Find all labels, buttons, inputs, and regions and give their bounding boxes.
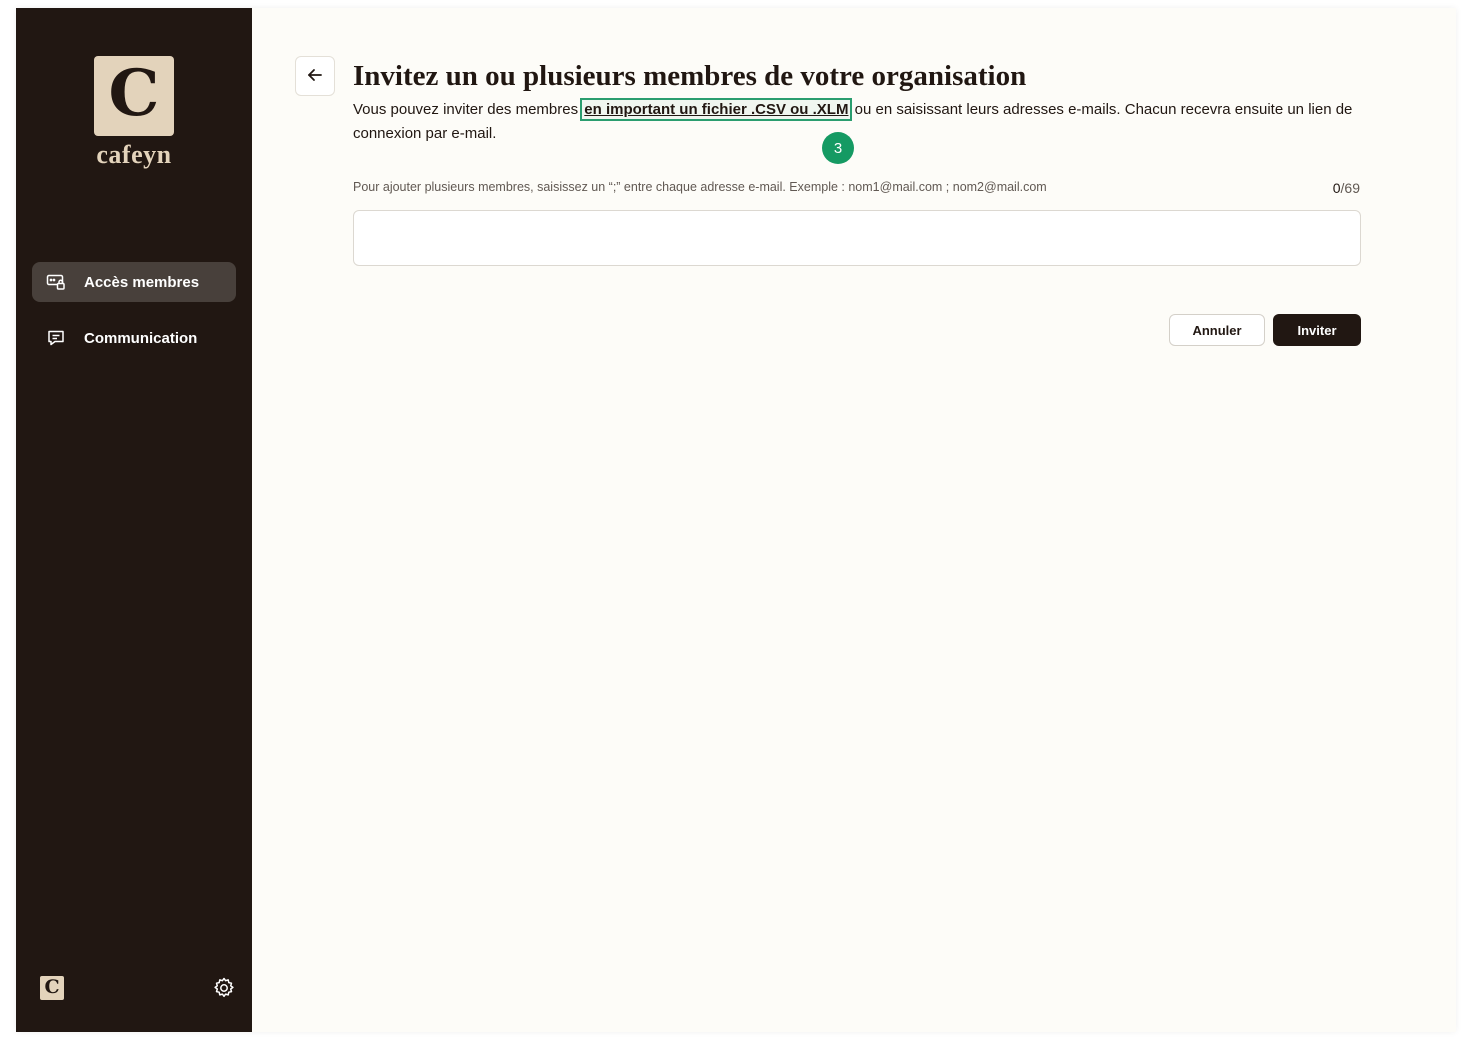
invite-button[interactable]: Inviter — [1273, 314, 1361, 346]
sidebar-item-label: Communication — [84, 329, 198, 347]
logo-mark: C — [94, 56, 174, 136]
small-logo-letter: C — [44, 975, 60, 998]
sidebar: C cafeyn Accès membres Communication C — [16, 8, 252, 1032]
brand-logo: C cafeyn — [94, 56, 174, 170]
page-title: Invitez un ou plusieurs membres de votre… — [353, 60, 1027, 92]
counter-max: /69 — [1340, 180, 1360, 196]
gear-icon[interactable] — [212, 976, 236, 1000]
input-hint: Pour ajouter plusieurs membres, saisisse… — [353, 180, 1047, 194]
description-text-before: Vous pouvez inviter des membres — [353, 101, 583, 118]
back-button[interactable] — [295, 56, 335, 96]
email-input[interactable] — [353, 210, 1361, 266]
step-badge: 3 — [822, 132, 854, 164]
chat-message-icon — [46, 328, 66, 348]
logo-letter: C — [108, 56, 160, 131]
import-file-link[interactable]: en important un fichier .CSV ou .XLM — [580, 98, 853, 121]
logo-wordmark: cafeyn — [96, 140, 172, 169]
email-counter: 0/69 — [1266, 180, 1360, 196]
counter-current: 0 — [1332, 180, 1341, 196]
cancel-button[interactable]: Annuler — [1169, 314, 1265, 346]
page-description: Vous pouvez inviter des membres en impor… — [353, 98, 1363, 146]
sidebar-item-member-access[interactable]: Accès membres — [32, 262, 236, 302]
member-access-icon — [46, 272, 66, 292]
app-window: C cafeyn Accès membres Communication C I… — [16, 8, 1456, 1032]
arrow-left-icon — [306, 66, 324, 87]
sidebar-nav: Accès membres Communication — [32, 262, 236, 374]
sidebar-item-communication[interactable]: Communication — [32, 318, 236, 358]
sidebar-item-label: Accès membres — [84, 273, 200, 291]
cafeyn-small-logo[interactable]: C — [40, 976, 64, 1000]
